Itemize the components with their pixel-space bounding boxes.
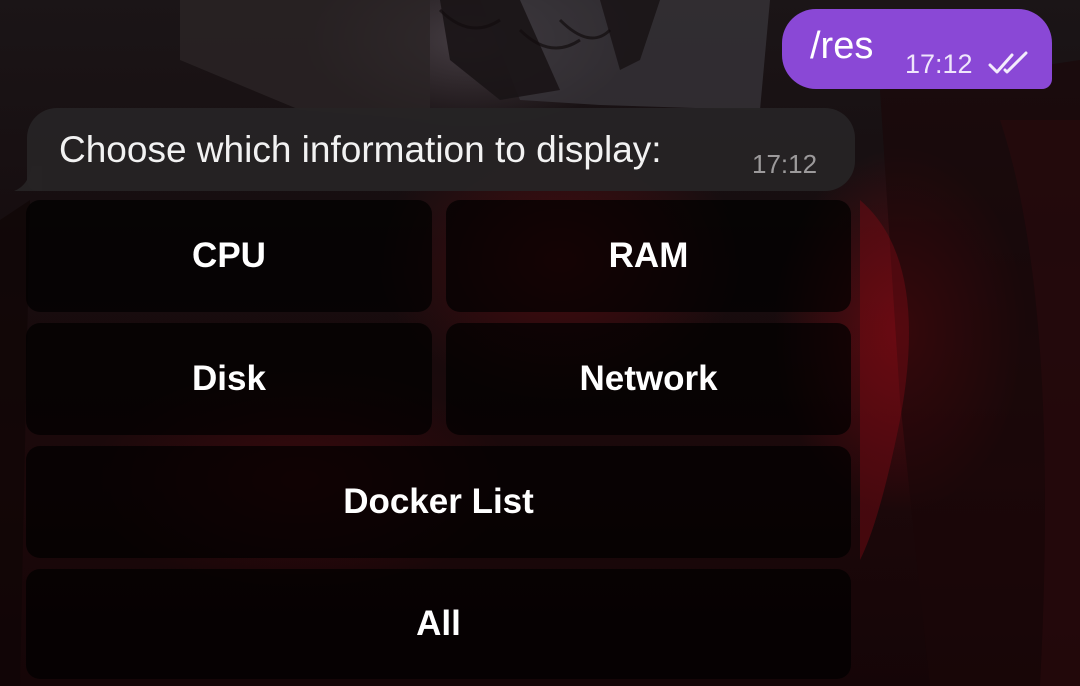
- double-check-icon: [988, 51, 1028, 74]
- outgoing-message-bubble[interactable]: /res 17:12: [782, 9, 1052, 89]
- chat-screen: /res 17:12 Choose which information to d…: [0, 0, 1080, 686]
- docker-list-button[interactable]: Docker List: [26, 446, 851, 558]
- outgoing-message-time: 17:12: [905, 49, 973, 79]
- ram-button[interactable]: RAM: [446, 200, 851, 312]
- incoming-message-time: 17:12: [752, 149, 818, 179]
- cpu-button[interactable]: CPU: [26, 200, 432, 312]
- outgoing-message-text: /res: [810, 25, 874, 67]
- network-button[interactable]: Network: [446, 323, 851, 435]
- incoming-message-text: Choose which information to display:: [59, 129, 662, 170]
- incoming-message-bubble[interactable]: Choose which information to display: 17:…: [27, 108, 855, 191]
- disk-button[interactable]: Disk: [26, 323, 432, 435]
- all-button[interactable]: All: [26, 569, 851, 679]
